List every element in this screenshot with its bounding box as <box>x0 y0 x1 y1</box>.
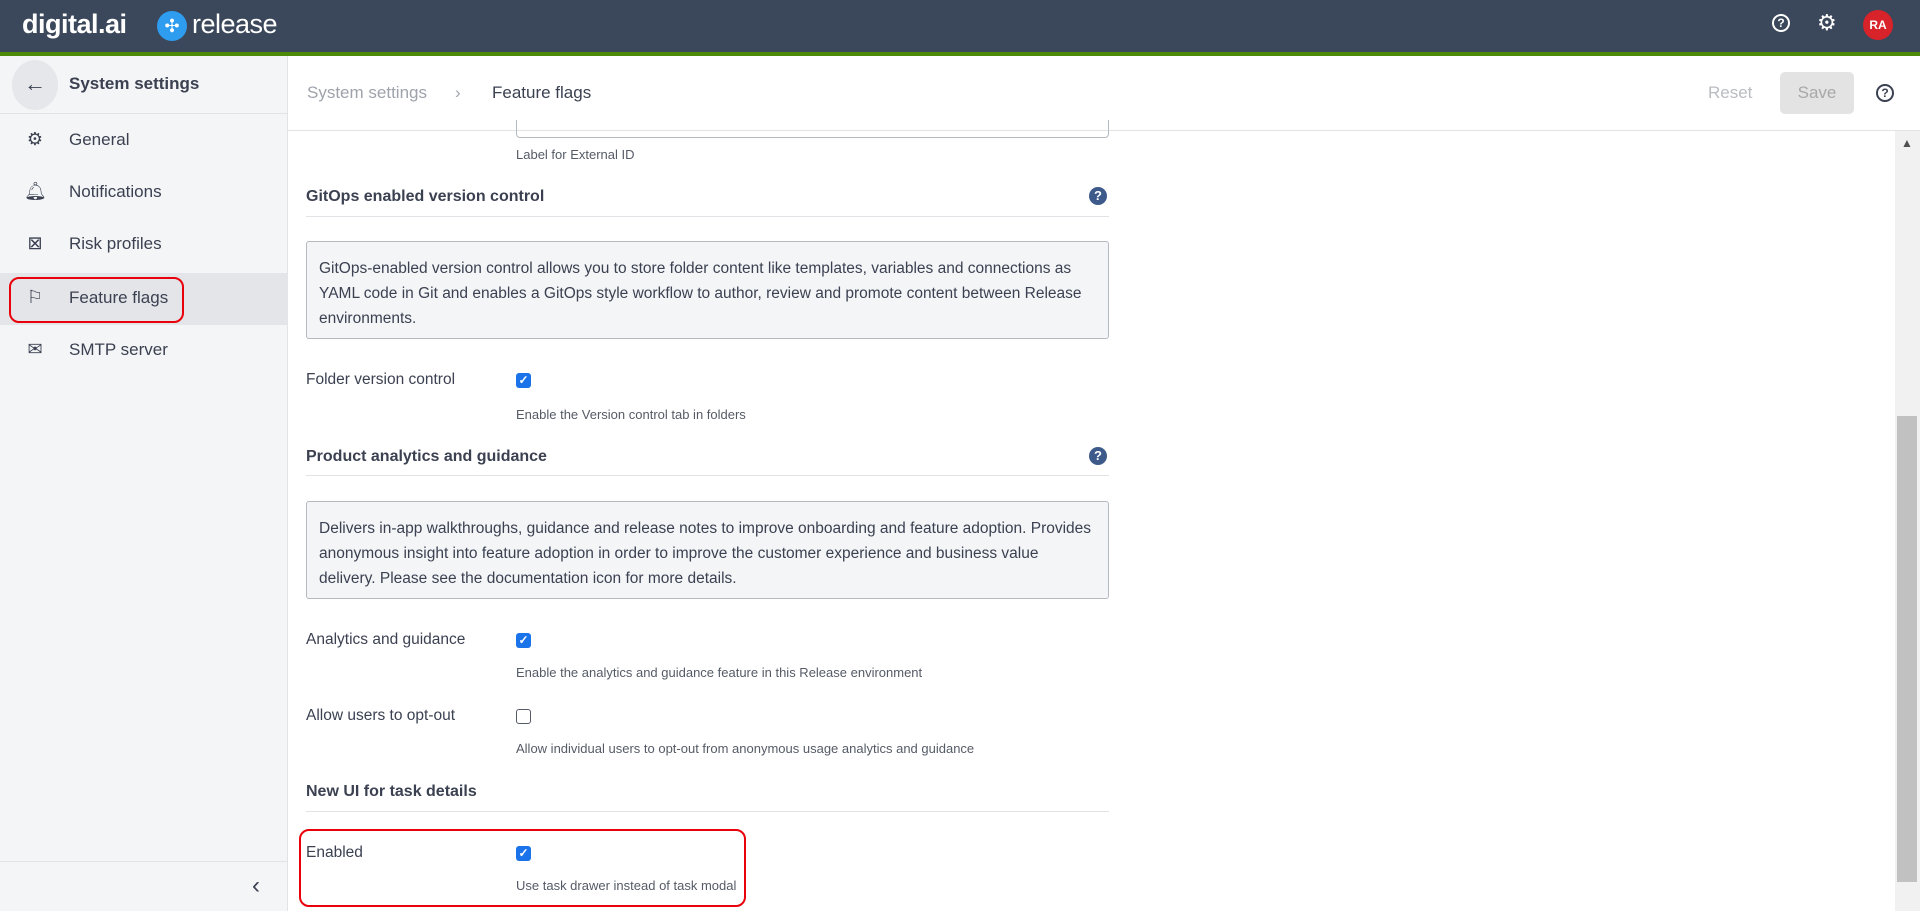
field-label: Folder version control <box>306 371 456 388</box>
avatar[interactable]: RA <box>1863 10 1893 40</box>
field-label: Allow users to opt-out <box>306 707 456 724</box>
release-logo-icon: ✣ <box>157 11 187 41</box>
info-box: GitOps-enabled version control allows yo… <box>306 241 1109 339</box>
highlight-box <box>299 829 746 907</box>
breadcrumb-parent[interactable]: System settings <box>307 83 427 103</box>
sidebar-item-label: Risk profiles <box>69 234 162 253</box>
back-arrow-icon[interactable]: ← <box>12 60 58 110</box>
folder-version-control-checkbox[interactable]: ✓ <box>516 373 531 388</box>
risk-icon: ⊠ <box>27 233 43 253</box>
sidebar-item-notifications[interactable]: 🔔︎ Notifications <box>0 167 288 219</box>
release-product-name: release <box>192 9 278 39</box>
section-heading: New UI for task details <box>306 783 477 800</box>
highlight-box <box>9 277 184 323</box>
external-id-input[interactable] <box>516 120 1109 138</box>
divider <box>306 475 1109 476</box>
section-heading: Product analytics and guidance <box>306 448 547 465</box>
sidebar-item-label: Notifications <box>69 182 162 201</box>
bell-icon: 🔔︎ <box>24 181 47 201</box>
gear-icon: ⚙ <box>26 129 44 149</box>
reset-button[interactable]: Reset <box>1708 83 1752 103</box>
sidebar-item-general[interactable]: ⚙ General <box>0 115 288 167</box>
save-button[interactable]: Save <box>1780 72 1854 114</box>
top-bar <box>0 0 1920 52</box>
field-description: Label for External ID <box>516 147 635 162</box>
divider <box>306 811 1109 812</box>
divider <box>0 113 288 114</box>
sidebar-title: System settings <box>69 74 200 93</box>
analytics-checkbox[interactable]: ✓ <box>516 633 531 648</box>
sidebar-item-label: General <box>69 130 130 149</box>
section-heading: GitOps enabled version control <box>306 188 545 205</box>
sidebar-item-label: SMTP server <box>69 340 168 359</box>
help-icon[interactable]: ? <box>1772 14 1790 32</box>
divider <box>0 861 288 862</box>
divider <box>306 216 1109 217</box>
mail-icon: ✉ <box>27 339 43 359</box>
sidebar-item-risk-profiles[interactable]: ⊠ Risk profiles <box>0 219 288 271</box>
help-icon[interactable]: ? <box>1876 84 1894 102</box>
field-label: Analytics and guidance <box>306 631 466 648</box>
help-icon[interactable]: ? <box>1089 447 1107 465</box>
digital-ai-logo[interactable]: digital.ai <box>22 9 127 40</box>
field-description: Enable the Version control tab in folder… <box>516 407 746 422</box>
scrollbar-thumb[interactable] <box>1897 416 1917 882</box>
help-icon[interactable]: ? <box>1089 187 1107 205</box>
opt-out-checkbox[interactable] <box>516 709 531 724</box>
field-description: Enable the analytics and guidance featur… <box>516 665 923 680</box>
breadcrumb-current: Feature flags <box>492 83 592 102</box>
sidebar-item-smtp-server[interactable]: ✉ SMTP server <box>0 325 288 377</box>
gear-icon[interactable]: ⚙ <box>1817 10 1837 36</box>
scroll-up-arrow-icon[interactable]: ▲ <box>1901 136 1913 150</box>
info-box: Delivers in-app walkthroughs, guidance a… <box>306 501 1109 599</box>
chevron-right-icon: › <box>455 83 461 102</box>
field-description: Allow individual users to opt-out from a… <box>516 741 975 756</box>
collapse-chevron-icon[interactable]: ‹ <box>252 872 260 900</box>
